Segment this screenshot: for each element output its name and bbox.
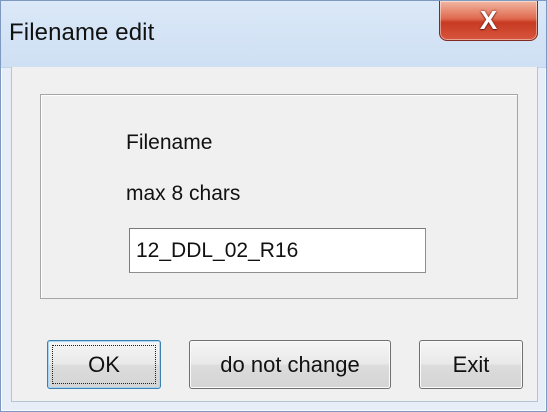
ok-button[interactable]: OK [47, 340, 161, 389]
filename-input[interactable]: 12_DDL_02_R16 [129, 228, 426, 273]
window-title: Filename edit [9, 19, 155, 46]
exit-button[interactable]: Exit [419, 340, 523, 389]
ok-button-label: OK [88, 352, 120, 377]
dialog-client-area: Filename max 8 chars 12_DDL_02_R16 OK do… [11, 67, 538, 402]
dialog-window: Filename edit X Filename max 8 chars 12_… [0, 0, 547, 412]
max-chars-hint: max 8 chars [126, 182, 241, 205]
do-not-change-button[interactable]: do not change [189, 340, 391, 389]
title-bar[interactable]: Filename edit X [1, 1, 546, 68]
close-button[interactable]: X [439, 1, 538, 41]
close-icon: X [479, 5, 498, 35]
filename-label: Filename [126, 131, 213, 154]
